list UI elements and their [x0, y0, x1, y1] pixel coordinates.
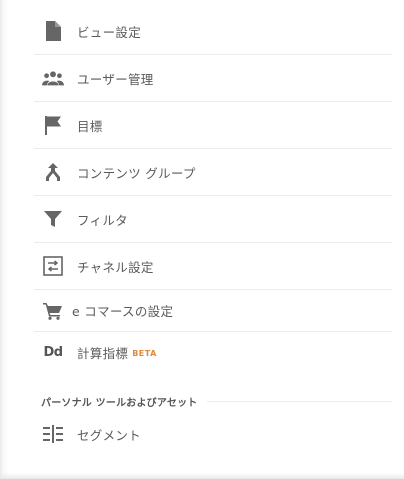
document-icon: [42, 20, 64, 42]
bottom-edge-shadow: [0, 473, 404, 479]
calculated-metrics-icon-text: Dd: [43, 345, 63, 360]
menu-item-filters[interactable]: フィルタ: [34, 196, 392, 243]
cart-icon: [42, 300, 64, 322]
menu-item-view-settings[interactable]: ビュー設定: [34, 8, 392, 55]
menu-item-label: コンテンツ グループ: [77, 165, 196, 181]
menu-item-content-grouping[interactable]: コンテンツ グループ: [34, 149, 392, 196]
channel-settings-icon: [42, 255, 64, 277]
menu-item-label: ユーザー管理: [77, 71, 154, 87]
menu-item-segments[interactable]: セグメント: [34, 411, 392, 457]
users-icon: [42, 67, 64, 89]
section-divider: [207, 400, 392, 402]
calculated-metrics-icon: Dd: [42, 342, 64, 364]
menu-item-label: 計算指標: [77, 346, 129, 361]
flag-icon: [42, 114, 64, 136]
menu-item-user-management[interactable]: ユーザー管理: [34, 55, 392, 102]
menu-item-label: e コマースの設定: [72, 304, 174, 319]
menu-item-label: ビュー設定: [77, 24, 142, 40]
menu-item-label: セグメント: [77, 427, 142, 443]
personal-tools-section-header: パーソナル ツールおよびアセット: [34, 373, 392, 411]
menu-item-channel-settings[interactable]: チャネル設定: [34, 243, 392, 290]
menu-item-ecommerce-settings[interactable]: e コマースの設定: [34, 290, 392, 332]
menu-item-goals[interactable]: 目標: [34, 102, 392, 149]
menu-item-label: フィルタ: [77, 212, 128, 228]
menu-item-label: 目標: [77, 118, 103, 134]
filter-icon: [42, 208, 64, 230]
menu-item-label: チャネル設定: [77, 259, 154, 275]
beta-badge: BETA: [132, 349, 157, 358]
section-title: パーソナル ツールおよびアセット: [41, 397, 198, 409]
admin-view-panel: ビュー設定 ユーザー管理 目標 コンテンツ グループ フィルタ チャネル設定 e…: [0, 0, 404, 479]
view-settings-menu: ビュー設定 ユーザー管理 目標 コンテンツ グループ フィルタ チャネル設定 e…: [34, 8, 392, 457]
menu-item-calculated-metrics[interactable]: Dd 計算指標 BETA: [34, 332, 392, 373]
content-grouping-icon: [42, 161, 64, 183]
segments-icon: [42, 423, 64, 445]
